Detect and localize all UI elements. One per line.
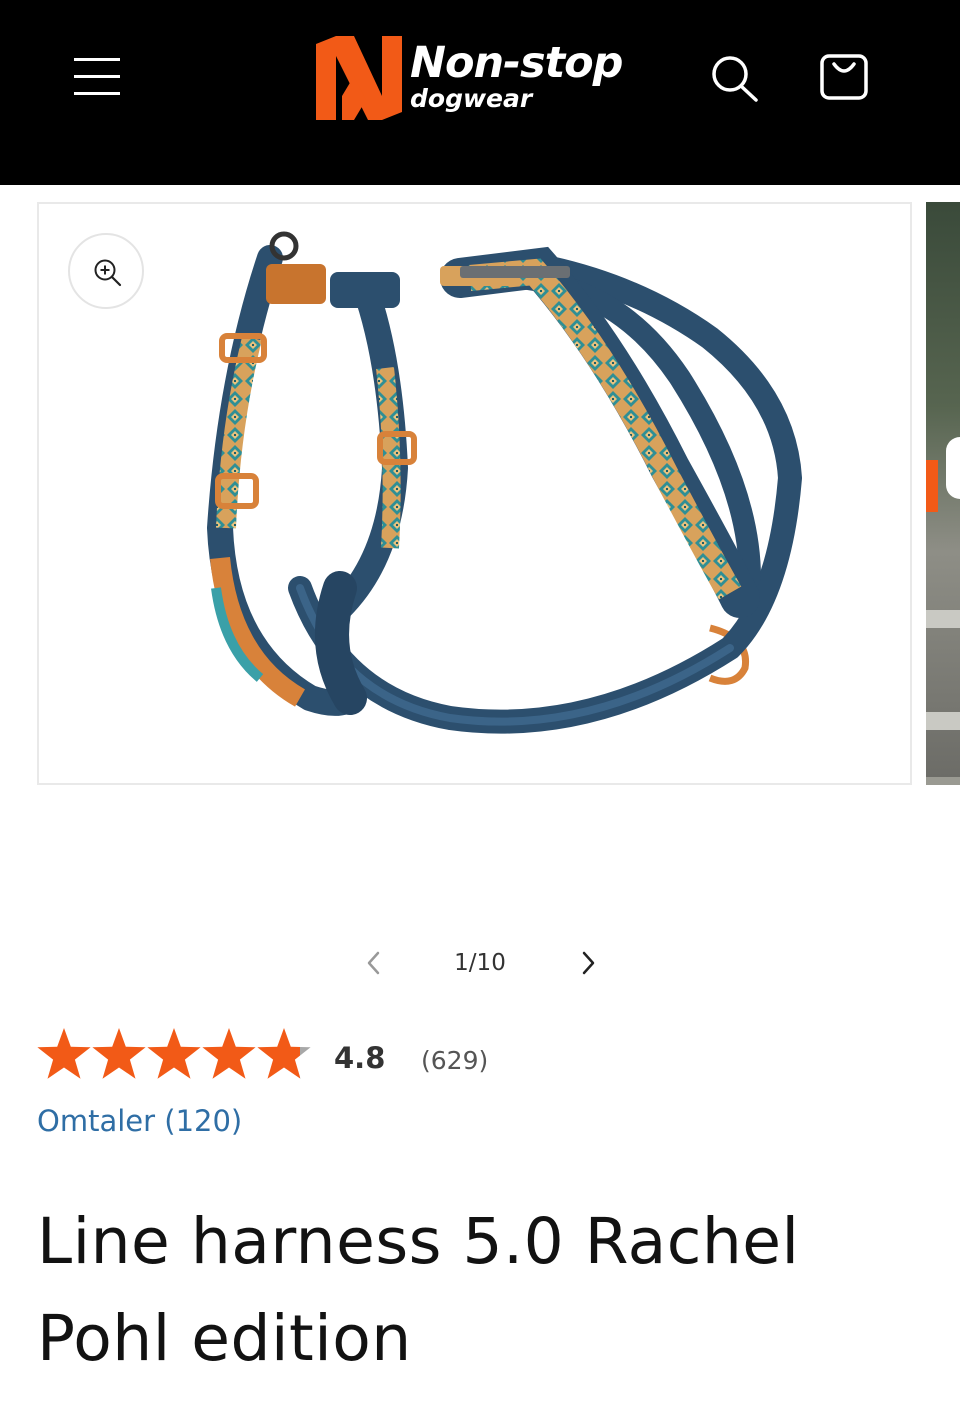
rating-star-icon [37, 1028, 91, 1079]
product-image [206, 231, 803, 734]
rating-value: 4.8 [334, 1041, 386, 1075]
next-slide-detail [926, 777, 960, 785]
next-slide-detail [926, 712, 960, 730]
rating-star-icon [92, 1028, 146, 1079]
chevron-right-icon [582, 951, 595, 975]
rating-star-icon [202, 1028, 256, 1079]
menu-icon-line [74, 58, 120, 61]
rating-star-icon [257, 1028, 311, 1079]
next-slide-detail [926, 610, 960, 628]
product-title: Line harness 5.0 Rachel Pohl edition [37, 1205, 800, 1375]
menu-icon-line [74, 75, 120, 78]
brand-logo-mark-icon [316, 36, 402, 120]
chevron-left-icon [367, 951, 380, 975]
next-slide-detail [946, 437, 960, 499]
search-button[interactable] [706, 52, 762, 104]
brand-subname: dogwear [410, 84, 533, 113]
reviews-link[interactable]: Omtaler (120) [37, 1101, 242, 1141]
menu-button[interactable] [70, 52, 124, 102]
next-slide-button[interactable] [574, 949, 602, 977]
zoom-button[interactable] [68, 233, 144, 309]
next-slide-preview[interactable] [926, 202, 960, 785]
slider-pagination: 1/10 [350, 940, 610, 986]
rating-count: (629) [421, 1046, 489, 1075]
zoom-in-icon [94, 259, 122, 287]
search-icon [712, 56, 758, 102]
next-slide-detail [926, 460, 938, 512]
cart-button[interactable] [815, 50, 873, 106]
menu-icon-line [74, 92, 120, 95]
shopping-bag-icon [820, 54, 868, 100]
brand-name: Non-stop [410, 38, 623, 88]
slide-counter: 1/10 [454, 950, 506, 976]
site-header: Non-stop dogwear [0, 0, 960, 185]
star-rating [37, 1028, 311, 1079]
brand-logo[interactable]: Non-stop dogwear [316, 32, 646, 124]
rating-star-icon [147, 1028, 201, 1079]
previous-slide-button[interactable] [360, 949, 388, 977]
